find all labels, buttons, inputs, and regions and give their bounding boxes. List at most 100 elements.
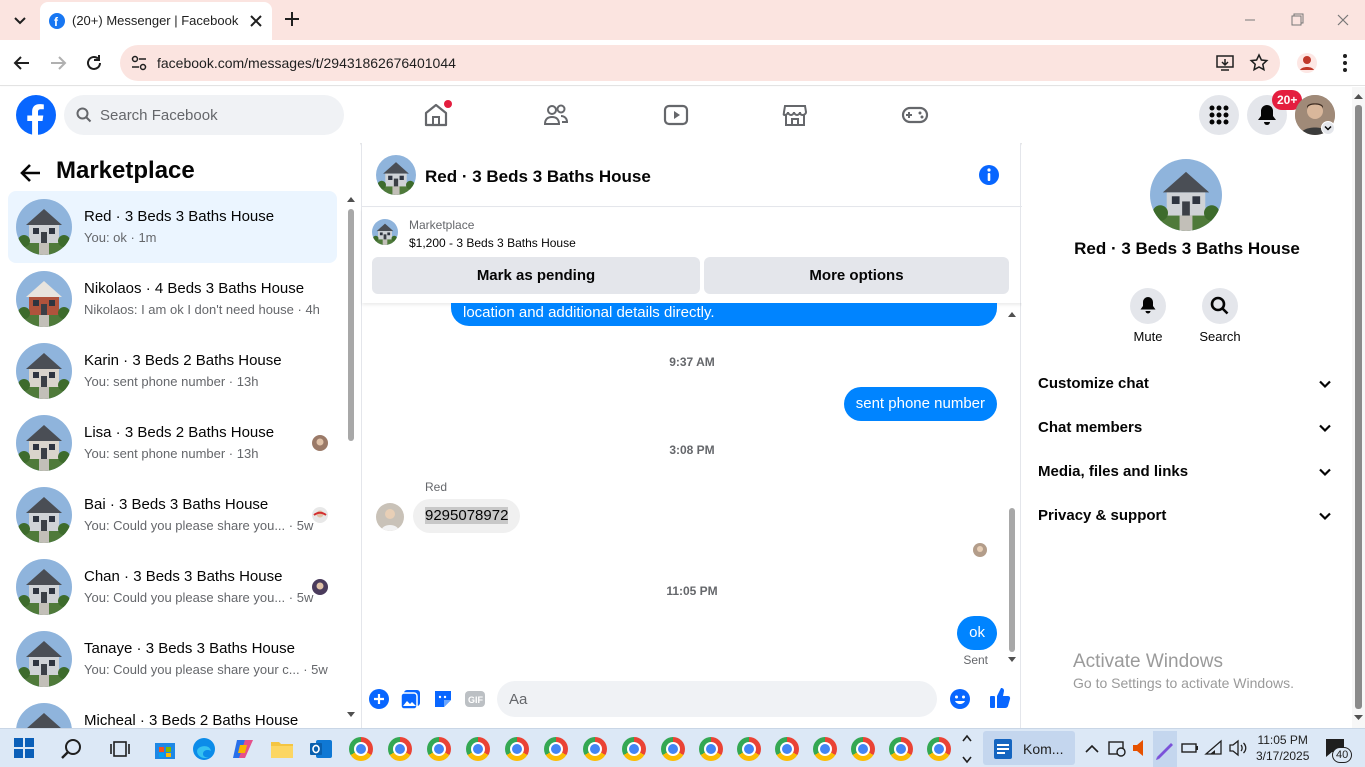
marketplace-icon[interactable] — [781, 101, 809, 129]
chrome-profile-icon[interactable] — [466, 737, 490, 761]
conversation-preview: You: Could you please share your c... · … — [84, 662, 328, 677]
taskbar-overflow-scroller[interactable] — [960, 731, 974, 767]
conversation-item[interactable]: Micheal · 3 Beds 2 Baths House — [8, 695, 337, 728]
outgoing-message[interactable]: sent phone number — [843, 387, 997, 421]
privacy-support-row[interactable]: Privacy & support — [1030, 495, 1340, 539]
conversation-item[interactable]: Karin · 3 Beds 2 Baths House You: sent ph… — [8, 335, 337, 407]
site-info-icon[interactable] — [130, 54, 148, 72]
chrome-profile-icon[interactable] — [583, 737, 607, 761]
sender-avatar[interactable] — [376, 503, 404, 531]
minimize-icon[interactable] — [1240, 10, 1260, 30]
taskbar-search-icon[interactable] — [60, 737, 84, 761]
chrome-profile-icon[interactable] — [622, 737, 646, 761]
chrome-profile-icon[interactable] — [851, 737, 875, 761]
chrome-profile-icon[interactable] — [889, 737, 913, 761]
outgoing-message[interactable]: location and additional details directly… — [451, 303, 997, 326]
taskbar-clock[interactable]: 11:05 PM 3/17/2025 — [1256, 732, 1309, 764]
conversation-item[interactable]: Chan · 3 Beds 3 Baths House You: Could yo… — [8, 551, 337, 623]
info-icon[interactable] — [978, 164, 1000, 186]
thumbs-up-icon[interactable] — [988, 686, 1012, 710]
chrome-profile-icon[interactable] — [505, 737, 529, 761]
wifi-icon[interactable] — [1204, 737, 1228, 761]
video-icon[interactable] — [662, 101, 690, 129]
edge-icon[interactable] — [192, 737, 216, 761]
photo-icon[interactable] — [400, 688, 422, 710]
sticker-icon[interactable] — [432, 688, 454, 710]
pen-app-icon[interactable] — [1153, 731, 1177, 767]
facebook-favicon-icon: f — [49, 13, 65, 29]
address-bar[interactable]: facebook.com/messages/t/2943186267640104… — [120, 45, 1280, 81]
gif-icon[interactable]: GIF — [464, 688, 486, 710]
facebook-logo-icon[interactable] — [16, 95, 56, 135]
media-files-links-row[interactable]: Media, files and links — [1030, 451, 1340, 495]
account-chevron-icon[interactable] — [1321, 121, 1335, 135]
task-view-icon[interactable] — [108, 737, 132, 761]
conversation-item[interactable]: Tanaye · 3 Beds 3 Baths House You: Could … — [8, 623, 337, 695]
close-tab-icon[interactable] — [246, 11, 266, 31]
page-scrollbar[interactable] — [1352, 87, 1365, 728]
listing-description[interactable]: $1,200 - 3 Beds 3 Baths House — [409, 236, 576, 250]
chat-members-row[interactable]: Chat members — [1030, 407, 1340, 451]
browser-profile-icon[interactable] — [1296, 52, 1318, 74]
conversation-item[interactable]: Lisa · 3 Beds 2 Baths House You: sent pho… — [8, 407, 337, 479]
back-icon[interactable] — [11, 52, 33, 74]
chrome-profile-icon[interactable] — [813, 737, 837, 761]
outgoing-message[interactable]: ok — [957, 616, 997, 650]
show-hidden-icons-icon[interactable] — [1082, 737, 1106, 761]
chrome-profile-icon[interactable] — [661, 737, 685, 761]
restore-icon[interactable] — [1287, 10, 1307, 30]
chrome-icon[interactable] — [349, 737, 373, 761]
incoming-message[interactable]: 9295078972 — [413, 499, 521, 533]
conversation-item[interactable]: Red · 3 Beds 3 Baths House You: ok · 1m — [8, 191, 337, 263]
copilot-icon[interactable] — [231, 737, 255, 761]
chrome-profile-icon[interactable] — [927, 737, 951, 761]
message-input[interactable] — [497, 681, 937, 717]
forward-icon[interactable] — [47, 52, 69, 74]
browser-menu-icon[interactable] — [1334, 52, 1356, 74]
bookmark-star-icon[interactable] — [1249, 53, 1269, 73]
mute-button[interactable]: Mute — [1118, 288, 1178, 344]
chat-scrollbar[interactable] — [1006, 308, 1018, 668]
install-app-icon[interactable] — [1216, 54, 1234, 72]
chat-avatar[interactable] — [376, 155, 416, 195]
conversation-item[interactable]: Bai · 3 Beds 3 Baths House You: Could you… — [8, 479, 337, 551]
chrome-profile-icon[interactable] — [427, 737, 451, 761]
reload-icon[interactable] — [83, 52, 105, 74]
chrome-profile-icon[interactable] — [775, 737, 799, 761]
chat-title[interactable]: Red · 3 Beds 3 Baths House — [425, 167, 651, 187]
friends-icon[interactable] — [542, 101, 570, 129]
notification-center-button[interactable]: 40 — [1322, 735, 1353, 763]
back-arrow-icon[interactable] — [20, 163, 42, 183]
facebook-search-input[interactable] — [100, 95, 330, 135]
customize-chat-row[interactable]: Customize chat — [1030, 363, 1340, 407]
file-explorer-icon[interactable] — [270, 737, 294, 761]
emoji-icon[interactable] — [949, 688, 971, 710]
left-scrollbar[interactable] — [346, 193, 356, 721]
plus-icon[interactable] — [368, 688, 390, 710]
chrome-profile-icon[interactable] — [737, 737, 761, 761]
menu-grid-button[interactable] — [1199, 95, 1239, 135]
chrome-profile-icon[interactable] — [544, 737, 568, 761]
taskbar-app-button[interactable]: Kom... — [983, 731, 1075, 765]
new-tab-icon[interactable] — [282, 9, 302, 29]
windows-start-icon[interactable] — [13, 737, 37, 761]
facebook-search-box[interactable] — [64, 95, 344, 135]
chrome-icon[interactable] — [388, 737, 412, 761]
battery-icon[interactable] — [1180, 737, 1204, 761]
tab-search-dropdown-icon[interactable] — [8, 8, 32, 32]
mark-as-pending-button[interactable]: Mark as pending — [372, 257, 700, 294]
more-options-button[interactable]: More options — [704, 257, 1009, 294]
speaker-app-icon[interactable] — [1130, 737, 1154, 761]
search-in-conversation-button[interactable]: Search — [1190, 288, 1250, 344]
browser-tab-active[interactable]: f (20+) Messenger | Facebook — [40, 2, 272, 40]
network-settings-icon[interactable] — [1106, 737, 1130, 761]
listing-thumbnail[interactable] — [372, 219, 398, 245]
chrome-profile-icon[interactable] — [699, 737, 723, 761]
outlook-icon[interactable] — [309, 737, 333, 761]
details-avatar[interactable] — [1150, 159, 1222, 231]
conversation-item[interactable]: Nikolaos · 4 Beds 3 Baths House Nikolaos:… — [8, 263, 337, 335]
volume-icon[interactable] — [1228, 737, 1252, 761]
store-icon[interactable] — [153, 737, 177, 761]
close-window-icon[interactable] — [1333, 10, 1353, 30]
gaming-icon[interactable] — [901, 101, 929, 129]
